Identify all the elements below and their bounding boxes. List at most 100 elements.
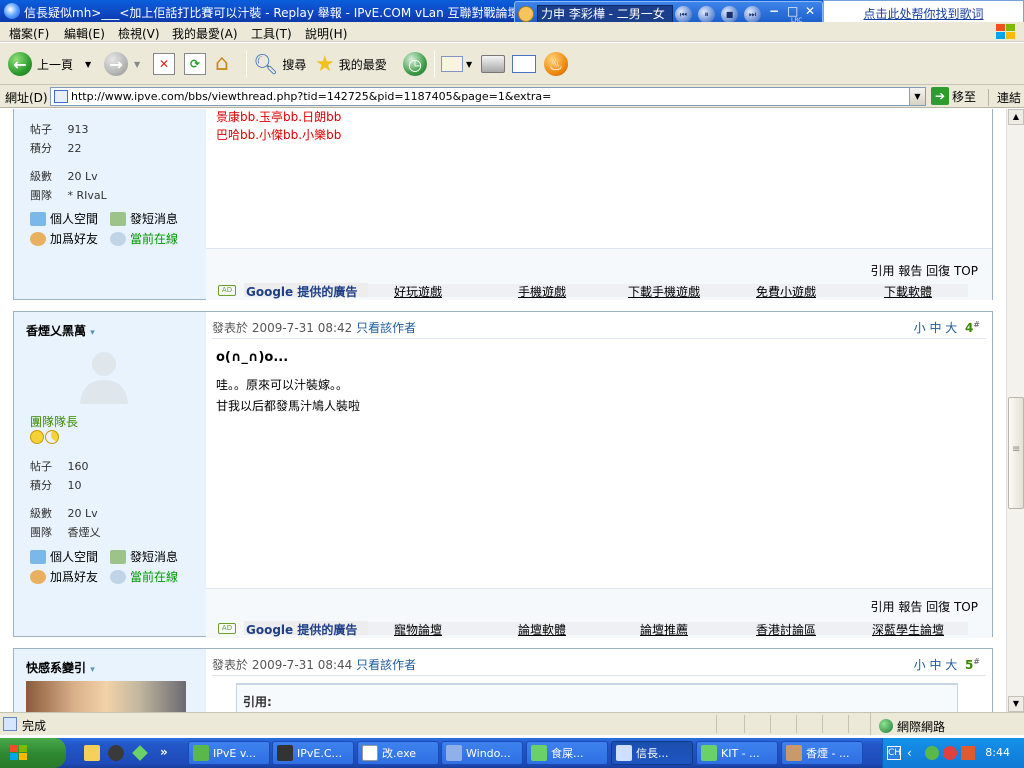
ad-link[interactable]: 深藍學生論壇	[872, 621, 944, 638]
forward-button[interactable]: → ▼	[104, 50, 140, 78]
scroll-thumb[interactable]	[1008, 397, 1024, 509]
mail-dropdown-icon[interactable]: ▼	[466, 60, 472, 69]
author-dropdown-icon[interactable]: ▾	[90, 328, 95, 338]
author-dropdown-icon[interactable]: ▾	[90, 665, 95, 675]
forward-dropdown-icon[interactable]: ▼	[134, 60, 140, 69]
security-zone: 網際網路	[870, 713, 1024, 735]
rank-stars	[30, 430, 59, 444]
history-button[interactable]: ◷	[403, 50, 427, 78]
ad-link[interactable]: 好玩遊戲	[394, 283, 442, 300]
font-size-toggle[interactable]: 小 中 大	[914, 658, 958, 672]
ad-link[interactable]: 論壇軟體	[518, 621, 566, 638]
personal-space-link[interactable]: 個人空間	[30, 548, 98, 565]
menu-tools[interactable]: 工具(T)	[251, 25, 292, 42]
ad-link[interactable]: 論壇推薦	[640, 621, 688, 638]
personal-space-link[interactable]: 個人空間	[30, 210, 98, 227]
print-button[interactable]	[481, 50, 505, 78]
shortcut-icon[interactable]	[132, 745, 148, 761]
refresh-button[interactable]: ⟳	[184, 50, 206, 78]
restore-icon[interactable]: □	[787, 4, 798, 18]
next-track-icon[interactable]: ⏭	[744, 6, 761, 23]
taskbar-button[interactable]: KIT - ...	[696, 741, 778, 765]
home-button[interactable]: ⌂	[215, 50, 239, 78]
links-button[interactable]: 連結	[988, 89, 1021, 106]
taskbar-button[interactable]: 香煙 - ...	[781, 741, 863, 765]
level: 級數 20 Lv	[30, 507, 98, 520]
ad-link[interactable]: 寵物論壇	[394, 621, 442, 638]
menu-help[interactable]: 說明(H)	[305, 25, 347, 42]
messenger-button[interactable]: ♨	[544, 50, 568, 78]
vertical-scrollbar[interactable]: ▲ ▼	[1006, 109, 1024, 712]
tray-expand-icon[interactable]: ‹	[907, 746, 921, 760]
network-icon[interactable]	[925, 746, 939, 760]
google-ads-header[interactable]: Google 提供的廣告	[244, 283, 368, 299]
mail-button[interactable]: ▼	[441, 50, 472, 78]
post-text-line-1: 哇。。原來可以汁裝嫁。。	[216, 378, 349, 392]
close-icon[interactable]: ✕	[805, 4, 815, 18]
floor-mark: #	[973, 657, 980, 666]
only-author-link[interactable]: 只看該作者	[356, 321, 416, 335]
menu-favorites[interactable]: 我的最愛(A)	[172, 25, 238, 42]
menu-file[interactable]: 檔案(F)	[9, 25, 49, 42]
only-author-link[interactable]: 只看該作者	[356, 658, 416, 672]
more-icon[interactable]: »	[160, 745, 176, 761]
taskbar-button[interactable]: IPvE v...	[188, 741, 270, 765]
windows-logo-icon	[994, 23, 1016, 41]
google-ads-header[interactable]: Google 提供的廣告	[244, 621, 368, 637]
back-dropdown-icon[interactable]: ▼	[85, 60, 91, 69]
address-input[interactable]: http://www.ipve.com/bbs/viewthread.php?t…	[50, 87, 926, 106]
address-dropdown-icon[interactable]: ▼	[909, 88, 925, 105]
back-button[interactable]: ← 上一頁 ▼	[8, 50, 91, 78]
post-actions[interactable]: 引用 報告 回復 TOP	[871, 262, 978, 279]
stop-button[interactable]: ✕	[153, 50, 175, 78]
pause-icon[interactable]: ⏸	[698, 6, 715, 23]
address-url[interactable]: http://www.ipve.com/bbs/viewthread.php?t…	[71, 90, 551, 103]
internet-zone-icon	[879, 719, 893, 733]
taskbar-button[interactable]: Windo...	[441, 741, 523, 765]
add-friend-link[interactable]: 加爲好友	[30, 230, 98, 247]
google-ads: AD Google 提供的廣告 寵物論壇 論壇軟體 論壇推薦 香港討論區 深藍學…	[218, 621, 968, 638]
ad-link[interactable]: 香港討論區	[756, 621, 816, 638]
add-friend-link[interactable]: 加爲好友	[30, 568, 98, 585]
send-message-link[interactable]: 發短消息	[110, 210, 178, 227]
stop-icon[interactable]: ■	[721, 6, 738, 23]
post-actions[interactable]: 引用 報告 回復 TOP	[871, 598, 978, 615]
go-button[interactable]: ➔ 移至	[931, 87, 976, 105]
scroll-up-icon[interactable]: ▲	[1008, 109, 1024, 125]
author-name[interactable]: 香煙乂黑萬 ▾	[26, 322, 95, 339]
favorites-button[interactable]: ★ 我的最愛	[315, 50, 387, 78]
lyrics-avatar-icon[interactable]	[518, 6, 534, 22]
menu-view[interactable]: 檢視(V)	[118, 25, 160, 42]
ad-link[interactable]: 手機遊戲	[518, 283, 566, 300]
user-online-icon	[110, 231, 126, 246]
author-rank: 團隊隊長	[30, 415, 79, 429]
team: 團隊 * RIvaL	[30, 189, 107, 202]
minimize-icon[interactable]: −	[769, 4, 779, 18]
prev-track-icon[interactable]: ⏮	[675, 6, 692, 23]
post-author-panel: 香煙乂黑萬 ▾ 團隊隊長 帖子 160 積分 10 級數 20 Lv 團隊 香煙…	[14, 312, 206, 636]
taskbar-button[interactable]: 改.exe	[357, 741, 439, 765]
app-tray-icon[interactable]	[961, 746, 975, 760]
send-message-link[interactable]: 發短消息	[110, 548, 178, 565]
taskbar-button[interactable]: IPvE.C...	[272, 741, 354, 765]
menu-edit[interactable]: 編輯(E)	[64, 25, 105, 42]
start-button[interactable]	[0, 738, 66, 768]
clock[interactable]: 8:44	[985, 746, 1010, 759]
search-button[interactable]: 🔍︎ 搜尋	[253, 50, 306, 78]
scroll-down-icon[interactable]: ▼	[1008, 696, 1024, 712]
edit-button[interactable]	[512, 50, 536, 78]
folder-icon[interactable]	[84, 745, 100, 761]
app-icon[interactable]	[108, 745, 124, 761]
points: 積分 22	[30, 142, 82, 155]
taskbar-button[interactable]: 食屎...	[526, 741, 608, 765]
ad-link[interactable]: 下載軟體	[884, 283, 932, 300]
default-avatar-icon	[80, 352, 128, 404]
taskbar-button-active[interactable]: 信長...	[611, 741, 693, 765]
input-method-icon[interactable]: CH	[887, 746, 901, 760]
ad-link[interactable]: 下載手機遊戲	[628, 283, 700, 300]
ad-link[interactable]: 免費小遊戲	[756, 283, 816, 300]
author-name[interactable]: 快感系變引 ▾	[26, 659, 95, 676]
font-size-controls: 小 中 大 4#	[914, 319, 980, 336]
font-size-toggle[interactable]: 小 中 大	[914, 321, 958, 335]
alert-icon[interactable]	[943, 746, 957, 760]
